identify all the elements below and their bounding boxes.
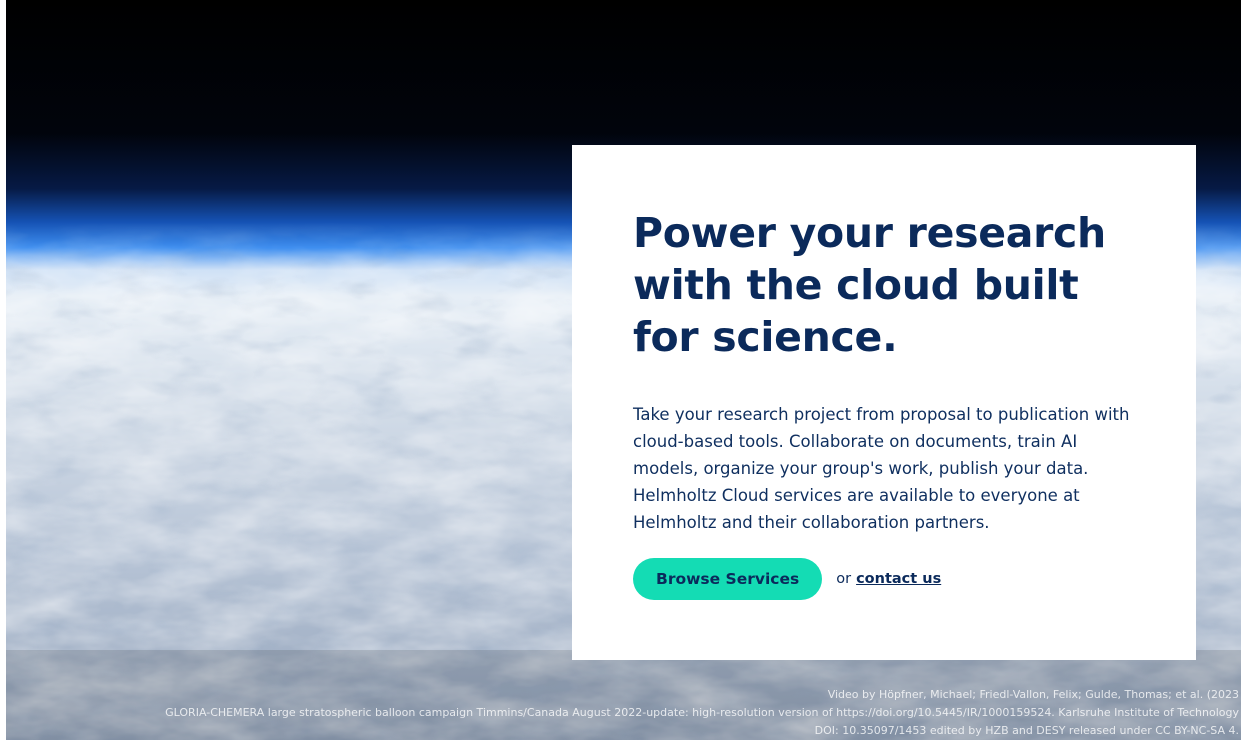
contact-us-link[interactable]: contact us <box>856 571 941 587</box>
video-credit-line-1: Video by Höpfner, Michael; Friedl-Vallon… <box>827 688 1239 701</box>
video-credit-line-2: GLORIA-CHEMERA large stratospheric ballo… <box>165 706 1239 719</box>
or-text: or <box>836 571 852 587</box>
hero-description: Take your research project from proposal… <box>633 405 1130 532</box>
video-credit-caption: Video by Höpfner, Michael; Friedl-Vallon… <box>8 686 1239 740</box>
video-credit-line-3: DOI: 10.35097/1453 edited by HZB and DES… <box>814 724 1239 737</box>
hero-card: Power your research with the cloud built… <box>572 145 1196 660</box>
cta-row: Browse Services or contact us <box>633 558 1136 600</box>
hero-title: Power your research with the cloud built… <box>633 209 1106 361</box>
browse-services-button[interactable]: Browse Services <box>633 558 823 600</box>
hero-section: Power your research with the cloud built… <box>6 0 1241 740</box>
